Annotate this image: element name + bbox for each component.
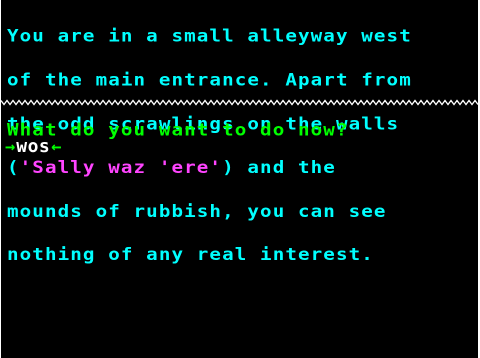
right-arrow-icon: → xyxy=(5,137,16,157)
description-paren-close: ) and the xyxy=(222,156,336,178)
description-line-4: ('Sally waz 'ere') and the xyxy=(7,156,478,178)
description-line-5: mounds of rubbish, you can see xyxy=(7,200,387,222)
description-line-6: nothing of any real interest. xyxy=(7,244,374,265)
description-line-2: of the main entrance. Apart from xyxy=(7,69,412,90)
command-input-row[interactable]: → wos ← xyxy=(5,137,62,157)
room-description: You are in a small alleyway west of the … xyxy=(7,0,478,292)
left-arrow-icon: ← xyxy=(51,137,62,157)
command-input[interactable]: wos xyxy=(16,138,50,156)
description-paren-open: ( xyxy=(7,156,20,178)
command-prompt-question: What do you want to do now? xyxy=(7,119,349,141)
game-screen: You are in a small alleyway west of the … xyxy=(1,0,478,358)
zigzag-divider xyxy=(1,99,478,106)
description-line-1: You are in a small alleyway west xyxy=(7,25,412,47)
graffiti-text: 'Sally waz 'ere' xyxy=(19,156,223,178)
